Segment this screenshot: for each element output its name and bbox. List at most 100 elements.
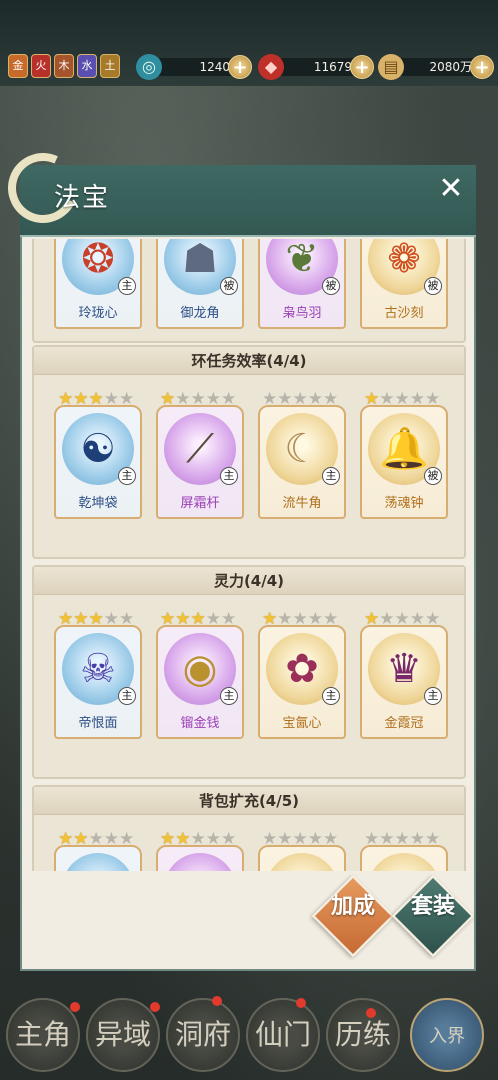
notification-dot <box>150 1002 160 1012</box>
item-card: ☯ 主 乾坤袋 <box>54 405 142 519</box>
item-card: ❦ 被 枭鸟羽 <box>258 239 346 329</box>
item-name: 帝恨面 <box>78 716 118 731</box>
item-name: 御龙角 <box>180 306 220 321</box>
treasure-item[interactable]: ★ ★ ★ ★ ★ ☯ 主 乾坤袋 <box>54 391 142 519</box>
item-name: 古沙刻 <box>384 306 424 321</box>
scroll-icon: ▤ <box>378 54 404 80</box>
element-badge[interactable]: 土 <box>100 54 120 78</box>
nav-cave-mansion[interactable]: 洞府 <box>166 998 240 1072</box>
close-button[interactable]: ✕ <box>436 174 466 205</box>
item-card: ☾ 主 流牛角 <box>258 405 346 519</box>
item-card <box>156 845 244 871</box>
notification-dot <box>366 1008 376 1018</box>
item-card: ⟋ 主 屏霜杆 <box>156 405 244 519</box>
section-title: 灵力(4/4) <box>34 567 464 595</box>
resource-silver: ▤ 2080万 + <box>378 54 494 80</box>
bottom-nav: 主角 异域 洞府 仙门 历练 入界 <box>0 990 498 1080</box>
item-card: 🔔 被 荡魂钟 <box>360 405 448 519</box>
item-tag: 主 <box>118 277 136 295</box>
item-name: 宝氤心 <box>282 716 322 731</box>
treasure-item[interactable]: ❦ 被 枭鸟羽 <box>258 239 346 329</box>
dialog-actions: 加成 套装 <box>32 871 475 965</box>
item-orb <box>62 853 134 871</box>
page-title: 法宝 <box>54 183 111 213</box>
treasure-item[interactable]: ❁ 被 古沙刻 <box>360 239 448 329</box>
treasure-item[interactable]: ★ ★ ★ ★ ★ 🔔 被 荡魂钟 <box>360 391 448 519</box>
item-tag: 主 <box>118 687 136 705</box>
item-tag: 被 <box>322 277 340 295</box>
element-badge[interactable]: 水 <box>77 54 97 78</box>
nav-label: 历练 <box>334 1018 391 1051</box>
nav-foreign-realm[interactable]: 异域 <box>86 998 160 1072</box>
nav-label: 洞府 <box>174 1018 231 1051</box>
item-name: 镏金钱 <box>180 716 220 731</box>
treasure-item[interactable]: ❂ 主 玲珑心 <box>54 239 142 329</box>
item-tag: 被 <box>220 277 238 295</box>
bonus-label: 加成 <box>330 894 375 919</box>
treasure-item[interactable]: ★ ★ ★ ★ ★ ✿ 主 宝氤心 <box>258 611 346 739</box>
item-card: ❁ 被 古沙刻 <box>360 239 448 329</box>
item-card: ✿ 主 宝氤心 <box>258 625 346 739</box>
treasure-item[interactable]: ★ ★ ★ ★ ★ <box>258 831 346 871</box>
item-card: ❂ 主 玲珑心 <box>54 239 142 329</box>
element-badges: 金 火 木 水 土 <box>8 54 120 78</box>
treasure-section: ❂ 主 玲珑心 ☗ 被 御龙角 ❦ 被 枭鸟羽 ❁ 被 古沙刻 <box>32 239 466 343</box>
nav-protagonist[interactable]: 主角 <box>6 998 80 1072</box>
set-label: 套装 <box>410 894 455 919</box>
treasure-list[interactable]: ❂ 主 玲珑心 ☗ 被 御龙角 ❦ 被 枭鸟羽 ❁ 被 古沙刻 环任务效率(4/… <box>32 239 466 871</box>
treasure-section: 背包扩充(4/5) ★★★★★ ★★★★★ ★★★★★ <box>32 785 466 871</box>
item-tag: 主 <box>118 467 136 485</box>
section-title: 背包扩充(4/5) <box>34 787 464 815</box>
item-tag: 主 <box>322 687 340 705</box>
treasure-item[interactable]: ★ ★ ★ ★ ★ <box>360 831 448 871</box>
treasure-item[interactable]: ★ ★ ★ ★ ★ ☾ 主 流牛角 <box>258 391 346 519</box>
item-card <box>360 845 448 871</box>
treasure-item[interactable]: ★ ★ ★ ★ ★ ⟋ 主 屏霜杆 <box>156 391 244 519</box>
add-resource-button[interactable]: + <box>350 55 374 79</box>
element-badge[interactable]: 火 <box>31 54 51 78</box>
nav-training[interactable]: 历练 <box>326 998 400 1072</box>
item-tag: 主 <box>424 687 442 705</box>
treasure-item[interactable]: ★ ★ ★ ★ ★ <box>54 831 142 871</box>
item-name: 流牛角 <box>282 496 322 511</box>
item-name: 玲珑心 <box>78 306 118 321</box>
treasure-item[interactable]: ☗ 被 御龙角 <box>156 239 244 329</box>
treasure-item[interactable]: ★ ★ ★ ★ ★ ◉ 主 镏金钱 <box>156 611 244 739</box>
item-card: ☗ 被 御龙角 <box>156 239 244 329</box>
nav-label: 主角 <box>14 1018 71 1051</box>
treasure-item[interactable]: ★ ★ ★ ★ ★ ♛ 主 金霞冠 <box>360 611 448 739</box>
resource-crystal: ◆ 11679 + <box>258 54 374 80</box>
item-card <box>54 845 142 871</box>
nav-label: 仙门 <box>254 1018 311 1051</box>
element-badge[interactable]: 木 <box>54 54 74 78</box>
item-orb <box>164 853 236 871</box>
nav-enter-realm[interactable]: 入界 <box>410 998 484 1072</box>
item-tag: 主 <box>220 687 238 705</box>
treasure-section: 灵力(4/4) ★ ★ ★ ★ ★ ☠ 主 帝恨面 ★ ★ ★ ★ ★ ◉ 主 … <box>32 565 466 779</box>
treasure-dialog: 法宝 ✕ ❂ 主 玲珑心 ☗ 被 御龙角 ❦ 被 枭鸟羽 ❁ 被 古沙刻 环任务… <box>0 143 476 971</box>
item-name: 枭鸟羽 <box>282 306 322 321</box>
notification-dot <box>296 998 306 1008</box>
item-tag: 主 <box>220 467 238 485</box>
resource-bar: 金 火 木 水 土 ◎ 1240 + ◆ 11679 + ▤ 2080万 + <box>0 0 498 86</box>
treasure-item[interactable]: ★ ★ ★ ★ ★ <box>156 831 244 871</box>
resource-spirit: ◎ 1240 + <box>136 54 252 80</box>
item-tag: 主 <box>322 467 340 485</box>
item-name: 乾坤袋 <box>78 496 118 511</box>
add-resource-button[interactable]: + <box>470 55 494 79</box>
item-orb <box>266 853 338 871</box>
treasure-item[interactable]: ★ ★ ★ ★ ★ ☠ 主 帝恨面 <box>54 611 142 739</box>
item-name: 屏霜杆 <box>180 496 220 511</box>
item-card: ◉ 主 镏金钱 <box>156 625 244 739</box>
item-card <box>258 845 346 871</box>
item-name: 金霞冠 <box>384 716 424 731</box>
element-badge[interactable]: 金 <box>8 54 28 78</box>
notification-dot <box>212 996 222 1006</box>
nav-immortal-sect[interactable]: 仙门 <box>246 998 320 1072</box>
item-tag: 被 <box>424 467 442 485</box>
item-orb <box>368 853 440 871</box>
add-resource-button[interactable]: + <box>228 55 252 79</box>
red-crystal-icon: ◆ <box>258 54 284 80</box>
item-name: 荡魂钟 <box>384 496 424 511</box>
nav-label: 入界 <box>429 1026 465 1047</box>
